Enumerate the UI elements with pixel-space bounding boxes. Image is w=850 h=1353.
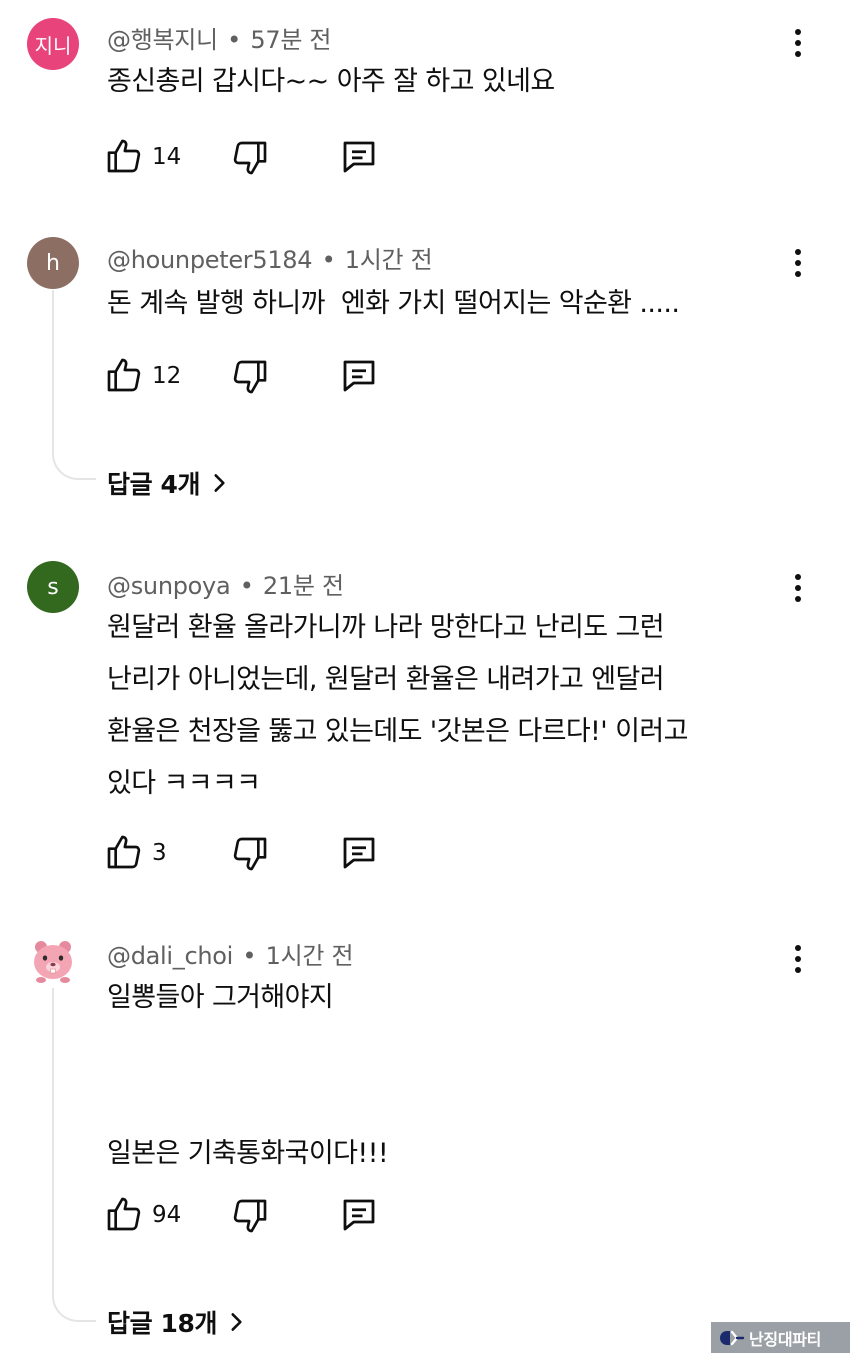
more-options-icon[interactable]	[783, 568, 813, 608]
comment-meta: @hounpeter5184 • 1시간 전	[107, 240, 433, 275]
reply-icon[interactable]	[338, 355, 380, 397]
chevron-right-icon	[214, 474, 225, 492]
comment-actions: 14	[104, 136, 504, 180]
reply-icon[interactable]	[338, 832, 380, 874]
thumbs-down-icon[interactable]	[230, 357, 270, 397]
thumbs-up-icon[interactable]	[104, 136, 144, 176]
separator: •	[321, 246, 336, 274]
view-replies-button[interactable]: 답글 4개	[107, 465, 232, 501]
separator: •	[239, 572, 254, 600]
thumbs-up-icon[interactable]	[104, 355, 144, 395]
comment-meta: @sunpoya • 21분 전	[107, 566, 344, 601]
like-count: 94	[152, 1202, 182, 1228]
thumbs-up-icon[interactable]	[104, 832, 144, 872]
comment-text: 일뽕들아 그거해야지 일본은 기축통화국이다!!!	[107, 982, 389, 1169]
author-name[interactable]: @sunpoya	[107, 572, 231, 600]
comment-actions: 94	[104, 1194, 504, 1238]
replies-label: 답글 18개	[107, 1309, 218, 1338]
reply-icon[interactable]	[338, 1194, 380, 1236]
thread-line	[52, 988, 96, 1322]
comment-text: 원달러 환율 올라가니까 나라 망한다고 난리도 그런 난리가 아니었는데, 원…	[107, 612, 688, 799]
more-options-icon[interactable]	[783, 23, 813, 63]
comment-time: 1시간 전	[265, 942, 354, 970]
avatar[interactable]: 지니	[27, 18, 79, 70]
comment-actions: 12	[104, 355, 504, 399]
thumbs-down-icon[interactable]	[230, 834, 270, 874]
watermark-text: 난징대파티	[749, 1329, 822, 1349]
chevron-right-icon	[231, 1313, 242, 1331]
thumbs-down-icon[interactable]	[230, 138, 270, 178]
thumbs-down-icon[interactable]	[230, 1196, 270, 1236]
author-name[interactable]: @hounpeter5184	[107, 246, 313, 274]
comment-meta: @dali_choi • 1시간 전	[107, 936, 354, 971]
watermark: 난징대파티	[711, 1322, 850, 1353]
replies-label: 답글 4개	[107, 470, 201, 499]
separator: •	[242, 942, 257, 970]
comment-text: 종신총리 갑시다~~ 아주 잘 하고 있네요	[107, 66, 555, 97]
thread-line	[52, 290, 96, 480]
avatar[interactable]: s	[27, 561, 79, 613]
author-name[interactable]: @dali_choi	[107, 942, 233, 970]
comment-meta: @행복지니 • 57분 전	[107, 20, 332, 55]
reply-icon[interactable]	[338, 136, 380, 178]
like-count: 3	[152, 840, 167, 866]
comment-time: 21분 전	[262, 572, 344, 600]
like-count: 12	[152, 363, 182, 389]
like-count: 14	[152, 144, 182, 170]
author-name[interactable]: @행복지니	[107, 26, 218, 54]
pink-beaver-icon	[34, 941, 72, 983]
comment-time: 1시간 전	[344, 246, 433, 274]
comment-actions: 3	[104, 832, 504, 876]
more-options-icon[interactable]	[783, 939, 813, 979]
separator: •	[227, 26, 242, 54]
comment-text: 돈 계속 발행 하니까 엔화 가치 떨어지는 악순환 .....	[107, 288, 680, 319]
avatar[interactable]	[27, 934, 79, 986]
watermark-logo-icon	[720, 1330, 745, 1345]
avatar[interactable]: h	[27, 237, 79, 289]
thumbs-up-icon[interactable]	[104, 1194, 144, 1234]
comment-time: 57분 전	[250, 26, 332, 54]
more-options-icon[interactable]	[783, 243, 813, 283]
view-replies-button[interactable]: 답글 18개	[107, 1304, 249, 1340]
